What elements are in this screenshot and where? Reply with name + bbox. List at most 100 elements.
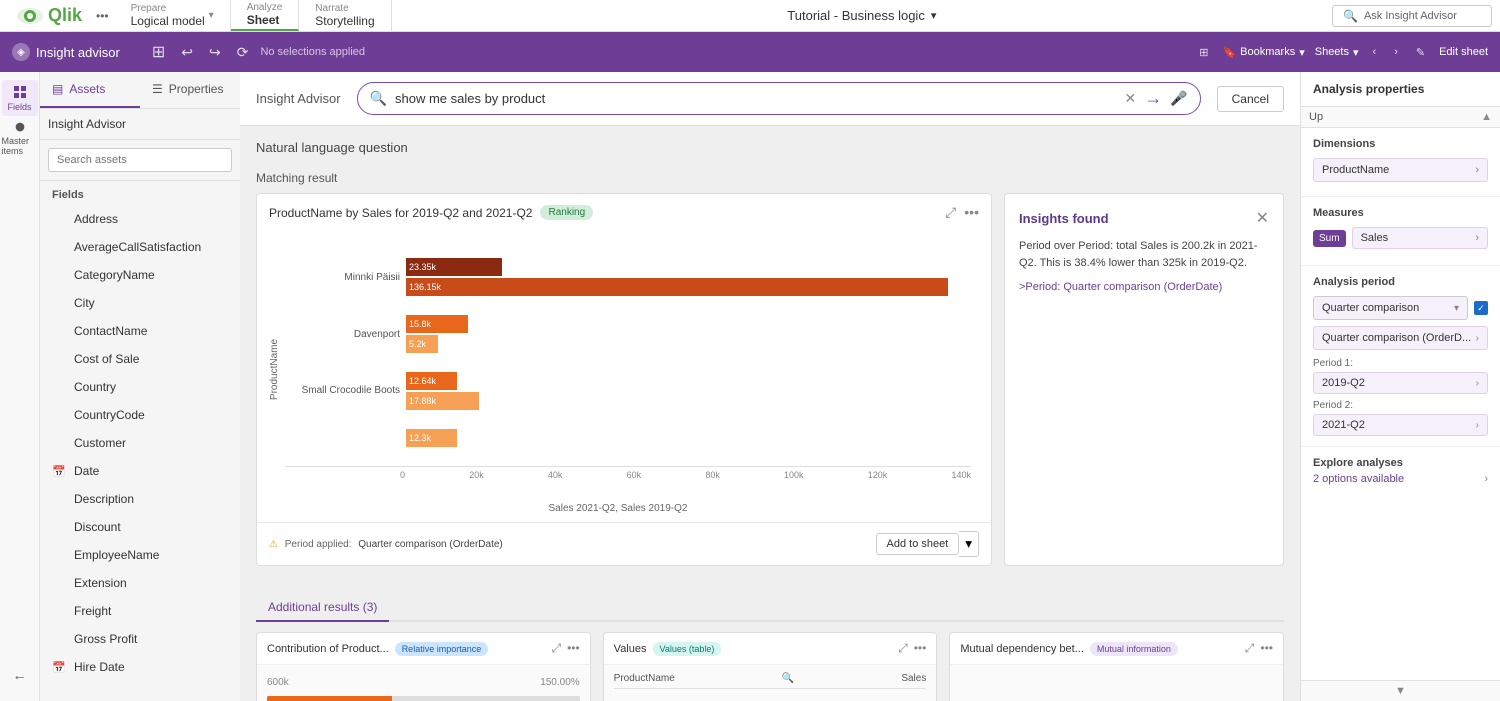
dimension-productname[interactable]: ProductName › [1313, 158, 1488, 182]
measure-arrow-icon: › [1475, 232, 1479, 244]
search-input[interactable] [395, 91, 1116, 106]
close-insights-button[interactable]: ✕ [1256, 208, 1269, 228]
analysis-period-dropdown[interactable]: Quarter comparison ▾ [1313, 296, 1468, 320]
field-item-address[interactable]: Address [40, 205, 240, 233]
search-assets-input[interactable] [48, 148, 232, 172]
field-item-customer[interactable]: Customer [40, 429, 240, 457]
back-icon[interactable]: ‹ [1369, 44, 1381, 60]
card1-more-button[interactable]: ••• [567, 641, 580, 656]
measures-section: Measures Sum Sales › [1301, 197, 1500, 266]
field-item-freight[interactable]: Freight [40, 597, 240, 625]
explore-options-link[interactable]: 2 options available [1313, 473, 1404, 485]
sheets-button[interactable]: Sheets ▾ [1315, 46, 1359, 59]
dropdown-arrow-icon: ▾ [1454, 303, 1459, 314]
card2-actions: ⤢ ••• [898, 641, 926, 656]
tab-properties[interactable]: ☰ Properties [140, 72, 240, 108]
microphone-button[interactable]: 🎤 [1170, 90, 1187, 107]
field-item-discount[interactable]: Discount [40, 513, 240, 541]
card3-more-button[interactable]: ••• [1260, 641, 1273, 656]
ask-advisor-button[interactable]: 🔍 Ask Insight Advisor [1332, 5, 1492, 27]
field-item-grossprofit[interactable]: Gross Profit [40, 625, 240, 653]
sidebar-item-fields[interactable]: Fields [2, 80, 38, 116]
submit-search-button[interactable]: → [1144, 88, 1162, 109]
nav-analyze[interactable]: Analyze Sheet [231, 0, 300, 31]
nav-prepare[interactable]: Prepare Logical model ▾ [115, 0, 231, 31]
field-item-countrycode[interactable]: CountryCode [40, 401, 240, 429]
card1-y-label: 600k [267, 677, 289, 688]
bookmarks-button[interactable]: 🔖 Bookmarks ▾ [1222, 46, 1304, 59]
undo-icon[interactable]: ↩ [177, 42, 197, 63]
card1-x-label: 150.00% [540, 677, 579, 688]
field-item-hiredate[interactable]: 📅Hire Date [40, 653, 240, 681]
explore-arrow-icon: › [1484, 473, 1488, 485]
analysis-period-sub-dropdown[interactable]: Quarter comparison (OrderD... › [1313, 326, 1488, 350]
natural-language-heading: Natural language question [256, 140, 1284, 155]
card3-title: Mutual dependency bet... [960, 643, 1084, 655]
scroll-up-control[interactable]: Up ▲ [1301, 107, 1500, 128]
field-item-contact[interactable]: ContactName [40, 317, 240, 345]
assets-icon: ▤ [52, 82, 63, 96]
cancel-button[interactable]: Cancel [1217, 86, 1284, 112]
insights-link[interactable]: >Period: Quarter comparison (OrderDate) [1019, 281, 1269, 293]
field-item-date[interactable]: 📅Date [40, 457, 240, 485]
edit-icon[interactable]: ✎ [1412, 44, 1429, 61]
nav-narrate[interactable]: Narrate Storytelling [299, 0, 391, 31]
measure-sales-item[interactable]: Sales › [1352, 227, 1488, 249]
sidebar-collapse-button[interactable]: ← [2, 657, 38, 693]
period1-value[interactable]: 2019-Q2 › [1313, 372, 1488, 394]
scroll-down-control[interactable]: ▼ [1301, 680, 1500, 701]
card1-expand-button[interactable]: ⤢ [551, 641, 561, 656]
matching-result-title: Matching result [256, 171, 1284, 185]
bar-label-croc: Small Crocodile Boots [285, 385, 400, 396]
card1-body: 600k 150.00% [257, 665, 590, 701]
expand-chart-button[interactable]: ⤢ [945, 204, 956, 221]
x-axis-label: Sales 2021-Q2, Sales 2019-Q2 [265, 499, 971, 514]
card2-more-button[interactable]: ••• [914, 641, 927, 656]
card2-badge: Values (table) [653, 642, 722, 656]
period2-value[interactable]: 2021-Q2 › [1313, 414, 1488, 436]
additional-results-tab[interactable]: Additional results (3) [256, 594, 389, 622]
bar-2019-croc: 17.88k [406, 392, 479, 410]
field-item-country[interactable]: Country [40, 373, 240, 401]
selections-tool-icon[interactable]: ⊞ [148, 40, 169, 64]
tab-assets[interactable]: ▤ Assets [40, 72, 140, 108]
clear-search-button[interactable]: ✕ [1124, 90, 1136, 107]
redo-icon[interactable]: ↪ [205, 42, 225, 63]
left-sidebar: Fields Master items ← [0, 72, 40, 701]
app-title[interactable]: Tutorial - Business logic ▾ [392, 8, 1332, 23]
field-item-extension[interactable]: Extension [40, 569, 240, 597]
chart-more-button[interactable]: ••• [964, 204, 979, 221]
chart-actions: ⤢ ••• [945, 204, 979, 221]
grid-view-icon[interactable]: ⊞ [1195, 44, 1212, 61]
card3-actions: ⤢ ••• [1245, 641, 1273, 656]
explore-section: Explore analyses 2 options available › [1301, 447, 1500, 495]
sidebar-item-master-items[interactable]: Master items [2, 120, 38, 156]
card2-expand-button[interactable]: ⤢ [898, 641, 908, 656]
add-to-sheet-button[interactable]: Add to sheet [876, 533, 960, 555]
field-item-city[interactable]: City [40, 289, 240, 317]
bar-2019-davenport: 5.2k [406, 335, 438, 353]
period2-label: Period 2: [1313, 400, 1488, 411]
field-item-description[interactable]: Description [40, 485, 240, 513]
field-item-costofsale[interactable]: Cost of Sale [40, 345, 240, 373]
top-nav: Qlik ••• Prepare Logical model ▾ Analyze… [0, 0, 1500, 32]
bookmark-icon: 🔖 [1222, 46, 1236, 59]
card1-chart [267, 696, 580, 701]
qlik-logo[interactable]: Qlik [8, 5, 90, 26]
card2-search-icon: 🔍 [782, 673, 794, 684]
analysis-period-checkbox[interactable] [1474, 301, 1488, 315]
dimension-arrow-icon: › [1475, 164, 1479, 176]
additional-cards: Contribution of Product... Relative impo… [256, 632, 1284, 701]
analysis-period-section: Analysis period Quarter comparison ▾ Qua… [1301, 266, 1500, 447]
forward-icon[interactable]: › [1390, 44, 1402, 60]
add-to-sheet-dropdown-button[interactable]: ▾ [959, 531, 979, 557]
period1-container: Period 1: 2019-Q2 › [1313, 358, 1488, 394]
card3-expand-button[interactable]: ⤢ [1245, 641, 1255, 656]
field-item-employee[interactable]: EmployeeName [40, 541, 240, 569]
more-options-button[interactable]: ••• [90, 9, 115, 23]
card2-col1: ProductName [614, 673, 675, 684]
field-item-category[interactable]: CategoryName [40, 261, 240, 289]
calendar-icon: 📅 [52, 465, 68, 478]
reload-icon[interactable]: ⟳ [233, 42, 253, 63]
field-item-avgcall[interactable]: AverageCallSatisfaction [40, 233, 240, 261]
